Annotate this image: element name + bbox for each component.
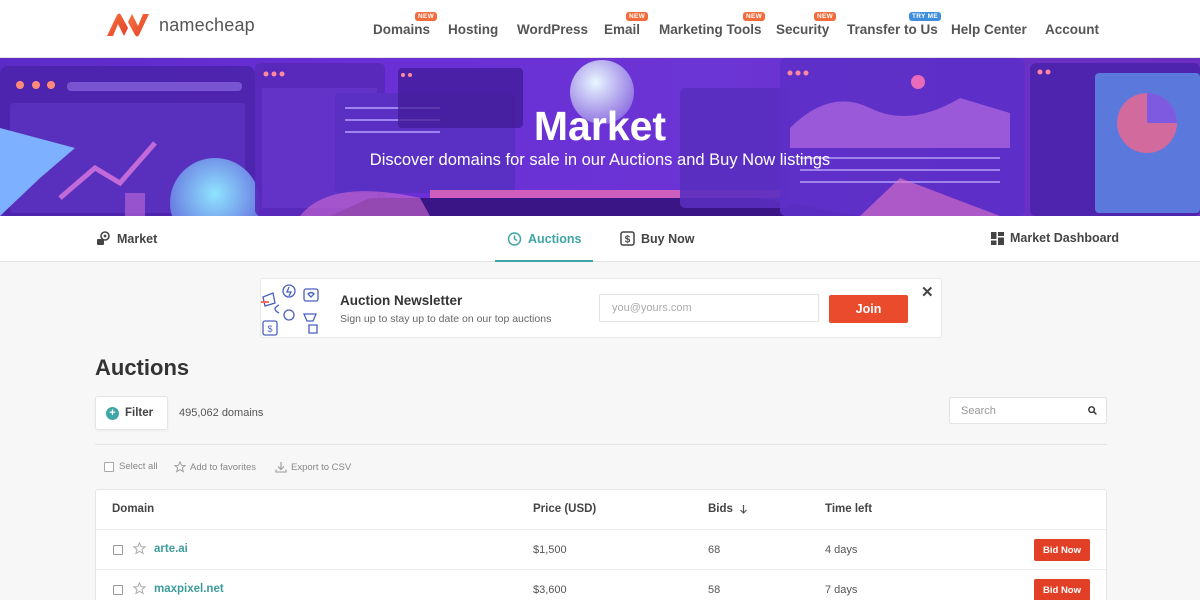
select-all-checkbox[interactable] bbox=[104, 461, 114, 472]
newsletter-title: Auction Newsletter bbox=[340, 293, 463, 308]
sort-arrow-down-icon bbox=[739, 505, 747, 514]
market-link[interactable]: Market bbox=[96, 231, 157, 246]
nav-label: Email bbox=[604, 22, 641, 37]
auction-newsletter-card: $ Auction Newsletter Sign up to stay up … bbox=[260, 278, 942, 338]
plus-icon: + bbox=[106, 406, 119, 420]
price-cell: $3,600 bbox=[533, 584, 567, 596]
time-left-cell: 4 days bbox=[825, 544, 858, 556]
nav-label: Transfer to Us bbox=[847, 22, 938, 37]
join-button[interactable]: Join bbox=[829, 295, 908, 323]
nav-domains[interactable]: Domains NEW bbox=[373, 12, 438, 37]
new-badge: NEW bbox=[415, 12, 438, 21]
bid-now-button[interactable]: Bid Now bbox=[1034, 539, 1090, 561]
namecheap-logo-icon bbox=[107, 13, 149, 37]
select-all-label: Select all bbox=[119, 461, 158, 472]
bids-cell: 58 bbox=[708, 584, 721, 596]
auctions-tab-label: Auctions bbox=[528, 231, 582, 246]
nav-label: Domains bbox=[373, 22, 431, 37]
nav-label: Marketing Tools bbox=[659, 22, 762, 37]
export-csv-label: Export to CSV bbox=[291, 461, 352, 473]
nav-email[interactable]: Email NEW bbox=[604, 12, 649, 37]
dollar-icon: $ bbox=[620, 231, 635, 246]
new-badge: NEW bbox=[626, 12, 649, 21]
nav-account[interactable]: Account bbox=[1045, 22, 1099, 37]
new-badge: NEW bbox=[814, 12, 837, 21]
download-icon bbox=[275, 462, 287, 473]
column-label: Price (USD) bbox=[533, 503, 597, 515]
add-to-favorites-action[interactable]: Add to favorites bbox=[174, 461, 256, 473]
market-dashboard-link[interactable]: Market Dashboard bbox=[991, 231, 1119, 245]
star-icon bbox=[174, 461, 186, 473]
nav-label: Help Center bbox=[951, 22, 1027, 37]
domain-link[interactable]: maxpixel.net bbox=[154, 583, 224, 595]
nav-label: WordPress bbox=[517, 22, 589, 37]
domain-count: 495,062 domains bbox=[179, 407, 264, 419]
market-icon bbox=[97, 231, 110, 245]
close-icon[interactable]: ✕ bbox=[921, 283, 934, 301]
row-checkbox[interactable] bbox=[113, 585, 123, 595]
filter-button[interactable]: + Filter bbox=[95, 396, 168, 430]
logo-wordmark: namecheap bbox=[159, 14, 255, 35]
page-title: Auctions bbox=[95, 355, 190, 380]
newsletter-email-input[interactable] bbox=[599, 294, 819, 322]
column-label: Domain bbox=[112, 503, 155, 515]
nav-security[interactable]: Security NEW bbox=[776, 12, 837, 37]
nav-label: Hosting bbox=[448, 22, 499, 37]
select-all-action[interactable]: Select all bbox=[104, 461, 158, 472]
top-header: namecheap Domains NEW Hosting WordPress … bbox=[0, 0, 1200, 58]
column-header-time-left[interactable]: Time left bbox=[825, 503, 872, 515]
timer-icon bbox=[507, 232, 522, 246]
nav-marketing-tools[interactable]: Marketing Tools NEW bbox=[659, 12, 766, 37]
column-header-price[interactable]: Price (USD) bbox=[533, 503, 596, 515]
search-box bbox=[949, 397, 1107, 424]
dashboard-label: Market Dashboard bbox=[1010, 231, 1120, 245]
newsletter-subtitle: Sign up to stay up to date on our top au… bbox=[340, 313, 552, 325]
nav-label: Account bbox=[1045, 22, 1099, 37]
try-me-badge: TRY ME bbox=[909, 12, 941, 21]
buy-now-tab-label: Buy Now bbox=[641, 231, 695, 246]
domain-link[interactable]: arte.ai bbox=[154, 543, 188, 555]
svg-text:$: $ bbox=[267, 324, 272, 334]
namecheap-logo[interactable]: namecheap bbox=[105, 12, 255, 38]
nav-transfer-to-us[interactable]: Transfer to Us TRY ME bbox=[847, 12, 941, 37]
nav-help-center[interactable]: Help Center bbox=[951, 22, 1027, 37]
row-checkbox[interactable] bbox=[113, 545, 123, 555]
column-header-bids[interactable]: Bids bbox=[708, 503, 748, 515]
active-tab-indicator bbox=[495, 260, 593, 262]
dashboard-icon bbox=[991, 231, 1004, 245]
nav-wordpress[interactable]: WordPress bbox=[517, 22, 588, 37]
column-header-domain[interactable]: Domain bbox=[112, 503, 154, 515]
hero-subtitle: Discover domains for sale in our Auction… bbox=[369, 151, 831, 169]
favorite-star-icon[interactable] bbox=[133, 582, 146, 595]
auctions-table: Domain Price (USD) Bids Time left arte.a… bbox=[95, 489, 1107, 600]
new-badge: NEW bbox=[743, 12, 766, 21]
price-cell: $1,500 bbox=[533, 544, 567, 556]
market-subnav: Market Auctions $ Buy Now Market Dashboa… bbox=[0, 216, 1200, 262]
market-label: Market bbox=[117, 231, 158, 246]
divider bbox=[95, 444, 1107, 445]
search-icon[interactable] bbox=[1088, 406, 1097, 415]
tab-buy-now[interactable]: $ Buy Now bbox=[620, 231, 694, 246]
hero-banner: Market Discover domains for sale in our … bbox=[0, 58, 1200, 216]
bid-now-button[interactable]: Bid Now bbox=[1034, 579, 1090, 600]
filter-label: Filter bbox=[125, 407, 154, 419]
favorite-star-icon[interactable] bbox=[133, 542, 146, 555]
nav-hosting[interactable]: Hosting bbox=[448, 22, 498, 37]
table-row: arte.ai $1,500 68 4 days Bid Now bbox=[96, 530, 1106, 570]
table-row: maxpixel.net $3,600 58 7 days Bid Now bbox=[96, 570, 1106, 600]
add-to-favorites-label: Add to favorites bbox=[190, 461, 257, 473]
hero-title: Market bbox=[533, 103, 667, 149]
newsletter-illustration-icon: $ bbox=[261, 284, 319, 336]
export-csv-action[interactable]: Export to CSV bbox=[275, 461, 351, 473]
column-label: Bids bbox=[708, 503, 733, 515]
nav-label: Security bbox=[776, 22, 830, 37]
bids-cell: 68 bbox=[708, 544, 721, 556]
svg-text:$: $ bbox=[625, 235, 631, 246]
tab-auctions[interactable]: Auctions bbox=[507, 231, 581, 246]
time-left-cell: 7 days bbox=[825, 584, 858, 596]
search-input[interactable] bbox=[951, 399, 1081, 422]
column-label: Time left bbox=[825, 503, 873, 515]
